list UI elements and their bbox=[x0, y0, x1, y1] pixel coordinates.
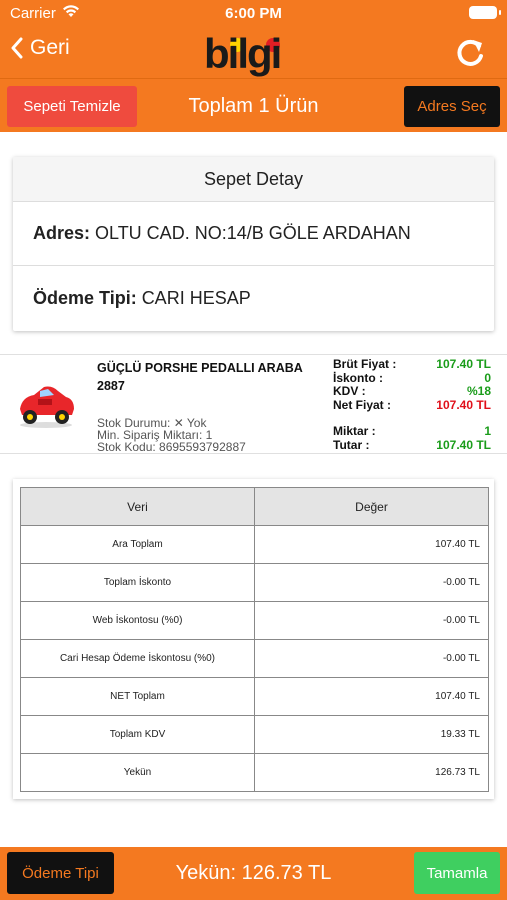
table-header-row: Veri Değer bbox=[20, 487, 489, 526]
quantity-value: 1 bbox=[484, 424, 491, 438]
table-row: Toplam KDV 19.33 TL bbox=[20, 715, 489, 754]
column-header: Değer bbox=[254, 487, 489, 526]
row-key: NET Toplam bbox=[20, 677, 255, 716]
row-key: Cari Hesap Ödeme İskontosu (%0) bbox=[20, 639, 255, 678]
back-label: Geri bbox=[30, 36, 70, 59]
cart-item[interactable]: GÜÇLÜ PORSHE PEDALLI ARABA 2887 Stok Dur… bbox=[0, 354, 507, 454]
kdv-label: KDV : bbox=[333, 384, 366, 398]
payment-type-key: Ödeme Tipi: bbox=[33, 287, 137, 308]
price-values: 107.40 TL 0 %18 107.40 TL 1 107.40 TL bbox=[436, 357, 491, 452]
clear-cart-button[interactable]: Sepeti Temizle bbox=[7, 86, 137, 127]
refresh-icon[interactable] bbox=[453, 36, 487, 70]
payment-type-button[interactable]: Ödeme Tipi bbox=[7, 852, 114, 894]
net-price-value: 107.40 TL bbox=[436, 397, 491, 412]
table-row: Toplam İskonto -0.00 TL bbox=[20, 563, 489, 602]
table-row: NET Toplam 107.40 TL bbox=[20, 677, 489, 716]
discount-value: 0 bbox=[484, 370, 491, 385]
amount-value: 107.40 TL bbox=[436, 437, 491, 452]
back-button[interactable]: Geri bbox=[10, 36, 70, 60]
row-key: Ara Toplam bbox=[20, 525, 255, 564]
top-bar: Carrier 6:00 PM Geri bilgi bbox=[0, 0, 507, 78]
product-name: GÜÇLÜ PORSHE PEDALLI ARABA 2887 bbox=[97, 361, 303, 393]
column-header: Veri bbox=[20, 487, 255, 526]
table-row: Yekün 126.73 TL bbox=[20, 753, 489, 792]
address-row: Adres: OLTU CAD. NO:14/B GÖLE ARDAHAN bbox=[13, 202, 494, 266]
battery-icon bbox=[469, 6, 501, 19]
payment-type-value: CARI HESAP bbox=[141, 287, 251, 308]
table-row: Web İskontosu (%0) -0.00 TL bbox=[20, 601, 489, 640]
clock: 6:00 PM bbox=[225, 5, 282, 22]
row-value: 19.33 TL bbox=[254, 715, 489, 754]
cart-detail-header: Sepet Detay bbox=[13, 157, 494, 202]
row-value: -0.00 TL bbox=[254, 639, 489, 678]
status-bar: Carrier 6:00 PM bbox=[0, 0, 507, 26]
gross-price-value: 107.40 TL bbox=[436, 357, 491, 371]
row-key: Yekün bbox=[20, 753, 255, 792]
address-value: OLTU CAD. NO:14/B GÖLE ARDAHAN bbox=[95, 223, 411, 243]
summary-table: Veri Değer Ara Toplam 107.40 TL Toplam İs… bbox=[20, 487, 489, 792]
discount-label: İskonto : bbox=[333, 370, 383, 385]
row-key: Toplam İskonto bbox=[20, 563, 255, 602]
select-address-button[interactable]: Adres Seç bbox=[404, 86, 500, 127]
amount-label: Tutar : bbox=[333, 437, 370, 452]
product-image bbox=[20, 386, 74, 428]
stock-code: Stok Kodu: 8695593792887 bbox=[97, 440, 246, 454]
net-price-label: Net Fiyat : bbox=[333, 397, 392, 412]
complete-order-button[interactable]: Tamamla bbox=[414, 852, 500, 894]
price-labels: Brüt Fiyat : İskonto : KDV : Net Fiyat :… bbox=[333, 357, 397, 452]
product-meta: Stok Durumu: ✕ Yok Min. Sipariş Miktarı:… bbox=[97, 417, 246, 453]
chevron-left-icon bbox=[11, 37, 23, 59]
row-value: -0.00 TL bbox=[254, 601, 489, 640]
row-value: -0.00 TL bbox=[254, 563, 489, 602]
row-value: 107.40 TL bbox=[254, 525, 489, 564]
summary-card: Veri Değer Ara Toplam 107.40 TL Toplam İs… bbox=[13, 479, 494, 799]
gross-price-label: Brüt Fiyat : bbox=[333, 357, 397, 371]
quantity-label: Miktar : bbox=[333, 424, 376, 438]
payment-type-row: Ödeme Tipi: CARI HESAP bbox=[13, 266, 494, 330]
row-value: 126.73 TL bbox=[254, 753, 489, 792]
table-row: Cari Hesap Ödeme İskontosu (%0) -0.00 TL bbox=[20, 639, 489, 678]
address-key: Adres: bbox=[33, 223, 91, 243]
bottom-bar: Ödeme Tipi Yekün: 126.73 TL Tamamla bbox=[0, 847, 507, 900]
row-key: Web İskontosu (%0) bbox=[20, 601, 255, 640]
logo-text: bilgi bbox=[204, 30, 282, 77]
row-value: 107.40 TL bbox=[254, 677, 489, 716]
cart-detail-card: Sepet Detay Adres: OLTU CAD. NO:14/B GÖL… bbox=[13, 157, 494, 331]
row-key: Toplam KDV bbox=[20, 715, 255, 754]
brand-logo: bilgi bbox=[204, 30, 304, 78]
table-row: Ara Toplam 107.40 TL bbox=[20, 525, 489, 564]
cart-toolbar: Sepeti Temizle Toplam 1 Ürün Adres Seç bbox=[0, 78, 507, 132]
kdv-value: %18 bbox=[466, 384, 491, 398]
